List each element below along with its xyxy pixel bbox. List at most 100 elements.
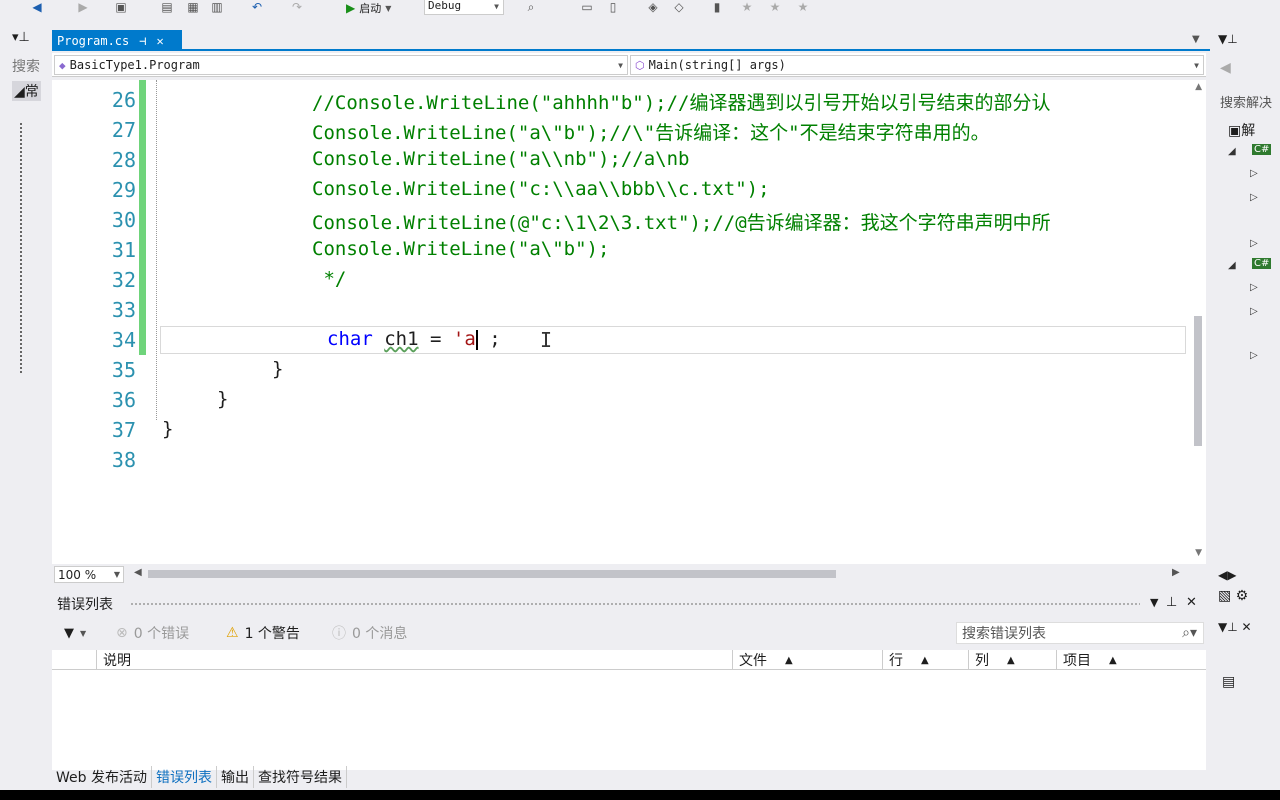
expand-icon[interactable]: ▷ bbox=[1250, 306, 1258, 317]
bookmark-c-icon[interactable]: ★ bbox=[796, 0, 810, 14]
main-toolbar: ◀ ▶ ▣ ▤ ▦ ▥ ↶ ↷ ▶ 启动 ▼ Debug ▼ ⌕ ▭ ▯ ◈ ◇… bbox=[0, 0, 1280, 18]
bookmark-icon[interactable]: ▮ bbox=[710, 0, 724, 14]
semicolon: ; bbox=[477, 328, 501, 350]
bookmark-a-icon[interactable]: ★ bbox=[740, 0, 754, 14]
solution-node[interactable]: ▣解 bbox=[1228, 120, 1255, 140]
back-icon[interactable]: ◀ bbox=[30, 0, 44, 14]
expand-icon[interactable]: ▷ bbox=[1250, 168, 1258, 179]
outline-guide bbox=[156, 80, 157, 420]
column-file[interactable]: 文件 ▲ bbox=[732, 650, 882, 670]
toolbox-group[interactable]: ◢常 bbox=[12, 81, 41, 101]
tab-label: Program.cs bbox=[57, 33, 130, 48]
document-tab-bar bbox=[52, 30, 1210, 51]
column-project[interactable]: 项目 ▲ bbox=[1056, 650, 1206, 670]
column-description[interactable]: 说明 bbox=[96, 650, 732, 670]
expand-icon[interactable]: ▷ bbox=[1250, 192, 1258, 203]
assign-operator: = bbox=[418, 328, 453, 350]
comment-icon[interactable]: ▭ bbox=[580, 0, 594, 14]
tab-web-publish[interactable]: Web 发布活动 bbox=[52, 766, 152, 788]
collapse-icon[interactable]: ◢ bbox=[1228, 146, 1236, 157]
column-label: 项目 bbox=[1063, 653, 1091, 669]
uncomment-icon[interactable]: ▯ bbox=[606, 0, 620, 14]
start-button[interactable]: ▶ 启动 ▼ bbox=[346, 0, 391, 16]
filter-button[interactable]: ▼ ▼ bbox=[64, 620, 86, 646]
scroll-arrows-icon[interactable]: ◀▶ bbox=[1218, 568, 1236, 582]
redo-icon[interactable]: ↷ bbox=[290, 0, 304, 14]
tab-error-list[interactable]: 错误列表 bbox=[152, 766, 217, 788]
error-icon: ⊗ bbox=[116, 625, 128, 641]
code-line-34: char ch1 = 'a ; bbox=[327, 328, 501, 350]
error-search-input[interactable]: 搜索错误列表 ⌕▾ bbox=[956, 622, 1204, 644]
sort-icon: ▲ bbox=[785, 654, 793, 666]
vertical-scroll-thumb[interactable] bbox=[1194, 316, 1202, 446]
left-tool-strip: ▾⊥ 搜索 ◢常 bbox=[0, 28, 50, 778]
config-value: Debug bbox=[428, 0, 462, 12]
member-dropdown[interactable]: ⬡ Main(string[] args) ▼ bbox=[630, 55, 1204, 75]
expand-icon[interactable]: ▷ bbox=[1250, 350, 1258, 361]
scroll-left-icon[interactable]: ◀ bbox=[134, 567, 142, 578]
forward-icon[interactable]: ▶ bbox=[76, 0, 90, 14]
variable-ch1: ch1 bbox=[384, 328, 419, 350]
method-icon: ⬡ bbox=[635, 58, 645, 72]
csharp-project-icon[interactable]: C# bbox=[1252, 144, 1272, 155]
save-icon[interactable]: ▦ bbox=[186, 0, 200, 14]
panel-menu-icon[interactable]: ▼ bbox=[1150, 596, 1158, 609]
close-icon[interactable]: ✕ bbox=[156, 34, 163, 48]
pin-icon[interactable]: ⊣ bbox=[139, 34, 146, 48]
search-icon: ⌕▾ bbox=[1182, 625, 1197, 641]
save-all-icon[interactable]: ▥ bbox=[210, 0, 224, 14]
open-icon[interactable]: ▤ bbox=[160, 0, 174, 14]
code-editor[interactable]: 26 27 28 29 30 31 32 33 34 35 36 37 38 /… bbox=[52, 80, 1206, 564]
column-line[interactable]: 行 ▲ bbox=[882, 650, 968, 670]
code-line-35: } bbox=[272, 358, 284, 380]
pin-icon[interactable]: ⊥ bbox=[1166, 595, 1177, 610]
tab-output[interactable]: 输出 bbox=[217, 766, 254, 788]
csharp-project-icon[interactable]: C# bbox=[1252, 258, 1272, 269]
config-select[interactable]: Debug ▼ bbox=[424, 0, 504, 15]
toolwindow-icon[interactable]: ▧ ⚙ bbox=[1218, 588, 1248, 604]
current-line-highlight bbox=[160, 326, 1186, 354]
column-column[interactable]: 列 ▲ bbox=[968, 650, 1056, 670]
close-icon[interactable]: ✕ bbox=[1186, 595, 1197, 610]
warning-icon: ⚠ bbox=[226, 625, 239, 641]
expand-icon[interactable]: ▷ bbox=[1250, 238, 1258, 249]
warnings-toggle[interactable]: ⚠ 1 个警告 bbox=[226, 620, 300, 646]
error-search-placeholder: 搜索错误列表 bbox=[962, 626, 1046, 642]
toolbox-search[interactable]: 搜索 bbox=[12, 56, 40, 76]
properties-icon[interactable]: ▤ bbox=[1222, 674, 1235, 690]
panel-grip[interactable] bbox=[130, 602, 1140, 607]
zoom-select[interactable]: 100 % ▼ bbox=[54, 566, 124, 583]
panel-menu-icon[interactable]: ▼⊥ ✕ bbox=[1218, 620, 1252, 634]
find-icon[interactable]: ⌕ bbox=[524, 0, 538, 14]
bookmark-b-icon[interactable]: ★ bbox=[768, 0, 782, 14]
pin-icon[interactable]: ▾⊥ bbox=[12, 30, 30, 45]
bookmark-next-icon[interactable]: ◇ bbox=[672, 0, 686, 14]
panel-menu-icon[interactable]: ▼⊥ bbox=[1218, 32, 1238, 46]
line-number: 30 bbox=[111, 208, 136, 232]
tab-program-cs[interactable]: Program.cs ⊣ ✕ bbox=[52, 30, 182, 51]
chevron-down-icon: ▼ bbox=[1194, 60, 1199, 70]
expand-icon[interactable]: ▷ bbox=[1250, 282, 1258, 293]
scroll-right-icon[interactable]: ▶ bbox=[1172, 567, 1180, 578]
solution-search[interactable]: 搜索解决 bbox=[1220, 92, 1272, 111]
scroll-up-icon[interactable]: ▲ bbox=[1195, 82, 1202, 92]
undo-icon[interactable]: ↶ bbox=[250, 0, 264, 14]
column-label: 说明 bbox=[103, 653, 131, 669]
horizontal-scroll-thumb[interactable] bbox=[148, 570, 836, 578]
tab-find-symbol-results[interactable]: 查找符号结果 bbox=[254, 766, 347, 788]
line-number: 33 bbox=[111, 298, 136, 322]
bookmark-prev-icon[interactable]: ◈ bbox=[646, 0, 660, 14]
new-project-icon[interactable]: ▣ bbox=[114, 0, 128, 14]
column-label: 文件 bbox=[739, 653, 767, 669]
class-dropdown[interactable]: ◆ BasicType1.Program ▼ bbox=[54, 55, 628, 75]
member-dropdown-value: Main(string[] args) bbox=[648, 58, 786, 72]
scroll-down-icon[interactable]: ▼ bbox=[1195, 548, 1202, 558]
messages-toggle[interactable]: ⓘ 0 个消息 bbox=[332, 620, 407, 646]
errors-toggle[interactable]: ⊗ 0 个错误 bbox=[116, 620, 189, 646]
collapse-icon[interactable]: ◢ bbox=[1228, 260, 1236, 271]
line-number: 26 bbox=[111, 88, 136, 112]
sort-icon: ▲ bbox=[1007, 654, 1015, 666]
tab-dropdown-icon[interactable]: ▼ bbox=[1192, 34, 1200, 45]
solution-icon: ▣ bbox=[1228, 123, 1242, 139]
back-icon[interactable]: ◀ bbox=[1220, 60, 1231, 76]
